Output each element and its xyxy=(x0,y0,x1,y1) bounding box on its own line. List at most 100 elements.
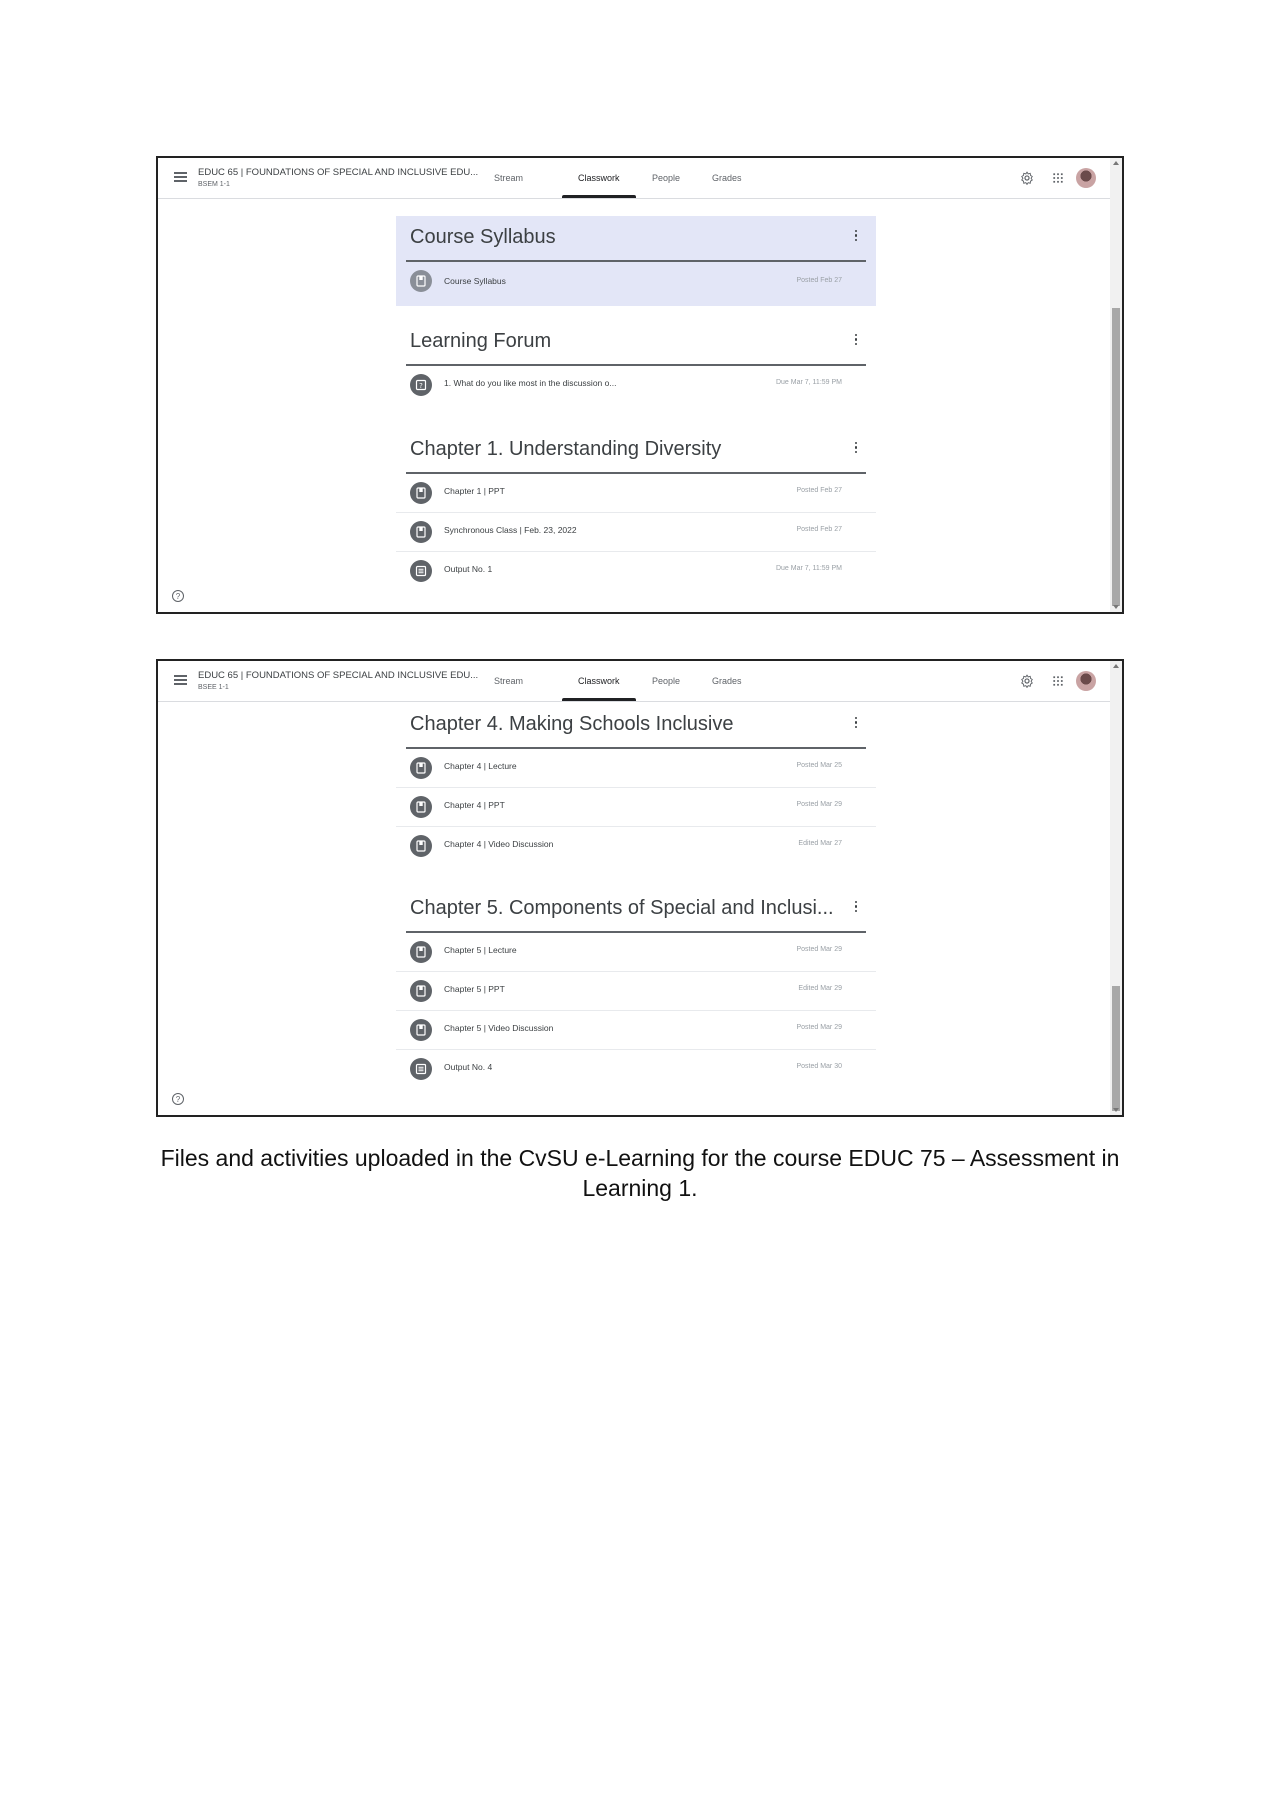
material-icon xyxy=(410,940,432,963)
classwork-item[interactable]: ? 1. What do you like most in the discus… xyxy=(396,366,876,404)
item-date: Posted Feb 27 xyxy=(796,276,842,284)
material-icon xyxy=(410,269,432,292)
top-app-bar: EDUC 65 | FOUNDATIONS OF SPECIAL AND INC… xyxy=(158,661,1112,702)
question-icon: ? xyxy=(410,373,432,396)
more-options-icon[interactable] xyxy=(854,334,858,348)
item-title: Chapter 4 | Lecture xyxy=(444,760,517,771)
figure-caption: Files and activities uploaded in the CvS… xyxy=(160,1145,1120,1201)
scrollbar[interactable] xyxy=(1110,661,1122,1115)
topic-header: Chapter 4. Making Schools Inclusive xyxy=(396,703,876,747)
material-icon xyxy=(410,795,432,818)
item-date: Posted Mar 29 xyxy=(796,800,842,808)
classwork-item[interactable]: Synchronous Class | Feb. 23, 2022 Posted… xyxy=(396,513,876,552)
topic-course-syllabus: Course Syllabus Course Syllabus Posted F… xyxy=(396,216,876,306)
more-options-icon[interactable] xyxy=(854,442,858,456)
item-title: Chapter 5 | Lecture xyxy=(444,944,517,955)
tab-people[interactable]: People xyxy=(652,173,680,183)
item-date: Edited Mar 29 xyxy=(798,984,842,992)
active-tab-indicator xyxy=(562,195,636,198)
avatar[interactable] xyxy=(1076,168,1096,188)
topic-title[interactable]: Chapter 5. Components of Special and Inc… xyxy=(410,897,834,920)
topic-header: Course Syllabus xyxy=(396,216,876,260)
assignment-icon xyxy=(410,559,432,582)
svg-text:?: ? xyxy=(419,382,423,390)
more-options-icon[interactable] xyxy=(854,901,858,915)
item-title: Chapter 5 | Video Discussion xyxy=(444,1022,554,1033)
classroom-screenshot-2: EDUC 65 | FOUNDATIONS OF SPECIAL AND INC… xyxy=(156,659,1124,1117)
item-title: Chapter 4 | Video Discussion xyxy=(444,838,554,849)
classwork-item[interactable]: Chapter 4 | PPT Posted Mar 29 xyxy=(396,788,876,827)
tab-stream[interactable]: Stream xyxy=(494,676,523,686)
classwork-item[interactable]: Course Syllabus Posted Feb 27 xyxy=(396,262,876,306)
topic-header: Chapter 5. Components of Special and Inc… xyxy=(396,887,876,931)
classwork-item[interactable]: Chapter 5 | PPT Edited Mar 29 xyxy=(396,972,876,1011)
menu-icon[interactable] xyxy=(174,675,187,685)
material-icon xyxy=(410,520,432,543)
course-title[interactable]: EDUC 65 | FOUNDATIONS OF SPECIAL AND INC… xyxy=(198,167,478,178)
material-icon xyxy=(410,481,432,504)
classwork-item[interactable]: Chapter 4 | Lecture Posted Mar 25 xyxy=(396,749,876,788)
help-icon[interactable]: ? xyxy=(172,590,184,602)
classroom-screenshot-1: EDUC 65 | FOUNDATIONS OF SPECIAL AND INC… xyxy=(156,156,1124,614)
material-icon xyxy=(410,834,432,857)
avatar[interactable] xyxy=(1076,671,1096,691)
tab-grades[interactable]: Grades xyxy=(712,676,742,686)
scroll-up-arrow-icon[interactable] xyxy=(1113,161,1119,165)
material-icon xyxy=(410,756,432,779)
topic-learning-forum: Learning Forum ? 1. What do you like mos… xyxy=(396,320,876,404)
scroll-up-arrow-icon[interactable] xyxy=(1113,664,1119,668)
item-date: Posted Mar 25 xyxy=(796,761,842,769)
classwork-item[interactable]: Output No. 4 Posted Mar 30 xyxy=(396,1050,876,1088)
item-title: Output No. 1 xyxy=(444,563,493,574)
topic-title[interactable]: Course Syllabus xyxy=(410,226,556,249)
topic-chapter-4: Chapter 4. Making Schools Inclusive Chap… xyxy=(396,703,876,865)
apps-grid-icon[interactable] xyxy=(1051,674,1065,688)
tab-grades[interactable]: Grades xyxy=(712,173,742,183)
item-title: Chapter 5 | PPT xyxy=(444,983,505,994)
more-options-icon[interactable] xyxy=(854,717,858,731)
classwork-item[interactable]: Chapter 4 | Video Discussion Edited Mar … xyxy=(396,827,876,865)
tab-classwork[interactable]: Classwork xyxy=(578,173,620,183)
item-title: Chapter 4 | PPT xyxy=(444,799,505,810)
item-title: 1. What do you like most in the discussi… xyxy=(444,377,617,388)
active-tab-indicator xyxy=(562,698,636,701)
course-title[interactable]: EDUC 65 | FOUNDATIONS OF SPECIAL AND INC… xyxy=(198,670,478,681)
tab-people[interactable]: People xyxy=(652,676,680,686)
item-date: Posted Feb 27 xyxy=(796,525,842,533)
topic-header: Learning Forum xyxy=(396,320,876,364)
topic-title[interactable]: Chapter 4. Making Schools Inclusive xyxy=(410,713,734,736)
apps-grid-icon[interactable] xyxy=(1051,171,1065,185)
tab-classwork[interactable]: Classwork xyxy=(578,676,620,686)
item-date: Due Mar 7, 11:59 PM xyxy=(775,564,842,572)
topic-chapter-5: Chapter 5. Components of Special and Inc… xyxy=(396,887,876,1088)
scroll-down-arrow-icon[interactable] xyxy=(1113,605,1119,609)
item-title: Synchronous Class | Feb. 23, 2022 xyxy=(444,524,577,535)
scroll-thumb[interactable] xyxy=(1112,308,1120,606)
item-title: Output No. 4 xyxy=(444,1061,493,1072)
settings-icon[interactable] xyxy=(1020,171,1034,185)
scroll-down-arrow-icon[interactable] xyxy=(1113,1108,1119,1112)
assignment-icon xyxy=(410,1057,432,1080)
classwork-item[interactable]: Output No. 1 Due Mar 7, 11:59 PM xyxy=(396,552,876,590)
menu-icon[interactable] xyxy=(174,172,187,182)
tab-stream[interactable]: Stream xyxy=(494,173,523,183)
topic-title[interactable]: Learning Forum xyxy=(410,330,551,353)
item-title: Chapter 1 | PPT xyxy=(444,485,505,496)
item-title: Course Syllabus xyxy=(444,275,506,286)
topic-title[interactable]: Chapter 1. Understanding Diversity xyxy=(410,438,721,461)
item-date: Posted Mar 29 xyxy=(796,945,842,953)
item-date: Posted Feb 27 xyxy=(796,486,842,494)
item-date: Posted Mar 30 xyxy=(796,1062,842,1070)
material-icon xyxy=(410,979,432,1002)
classwork-item[interactable]: Chapter 5 | Lecture Posted Mar 29 xyxy=(396,933,876,972)
scroll-thumb[interactable] xyxy=(1112,986,1120,1111)
settings-icon[interactable] xyxy=(1020,674,1034,688)
topic-header: Chapter 1. Understanding Diversity xyxy=(396,428,876,472)
item-date: Due Mar 7, 11:59 PM xyxy=(775,378,842,386)
course-section: BSEE 1-1 xyxy=(198,684,229,691)
help-icon[interactable]: ? xyxy=(172,1093,184,1105)
scrollbar[interactable] xyxy=(1110,158,1122,612)
classwork-item[interactable]: Chapter 5 | Video Discussion Posted Mar … xyxy=(396,1011,876,1050)
more-options-icon[interactable] xyxy=(854,230,858,244)
classwork-item[interactable]: Chapter 1 | PPT Posted Feb 27 xyxy=(396,474,876,513)
